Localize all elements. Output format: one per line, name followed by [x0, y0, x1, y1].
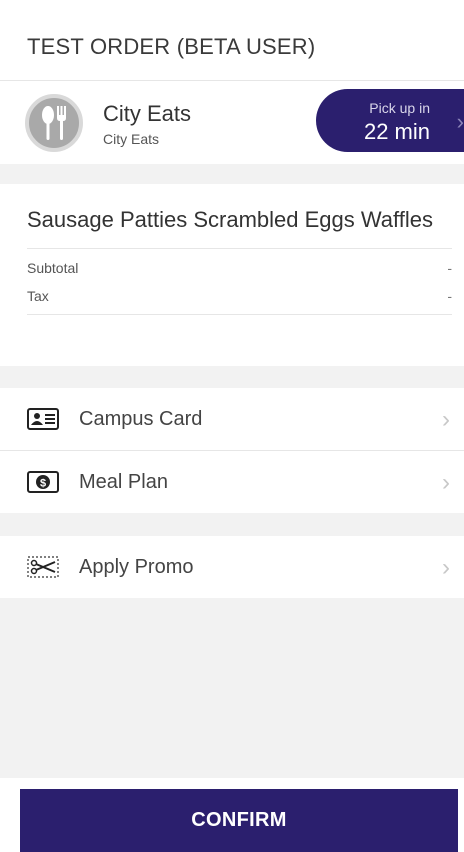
chevron-right-icon: ›: [442, 406, 450, 433]
divider: [27, 248, 452, 249]
apply-promo-row[interactable]: Apply Promo ›: [0, 536, 464, 598]
chevron-right-icon: ›: [456, 109, 464, 134]
dollar-card-icon: $: [27, 471, 59, 498]
order-items-title: Sausage Patties Scrambled Eggs Waffles: [27, 207, 433, 232]
chevron-right-icon: ›: [442, 469, 450, 496]
restaurant-row[interactable]: City Eats City Eats Pick up in 22 min ›: [0, 81, 464, 164]
subtotal-value: -: [447, 260, 452, 276]
meal-plan-label: Meal Plan: [79, 471, 168, 493]
restaurant-subtitle: City Eats: [103, 131, 160, 147]
subtotal-label: Subtotal: [27, 260, 79, 276]
order-title: TEST ORDER (BETA USER): [27, 34, 316, 59]
restaurant-name: City Eats: [103, 101, 192, 126]
tax-value: -: [447, 288, 452, 304]
id-card-icon: [27, 408, 59, 435]
coupon-scissors-icon: [27, 556, 59, 583]
pickup-time-button[interactable]: Pick up in 22 min ›: [316, 89, 464, 152]
order-header: TEST ORDER (BETA USER): [0, 0, 464, 80]
pickup-label: Pick up in: [369, 100, 430, 116]
restaurant-logo: [25, 94, 83, 152]
tax-label: Tax: [27, 288, 49, 304]
confirm-button[interactable]: CONFIRM: [20, 789, 458, 852]
pickup-time: 22 min: [363, 119, 430, 144]
order-summary: Sausage Patties Scrambled Eggs Waffles S…: [0, 184, 464, 366]
payment-meal-plan[interactable]: $ Meal Plan ›: [0, 451, 464, 513]
svg-text:$: $: [40, 478, 46, 490]
campus-card-label: Campus Card: [79, 408, 203, 430]
apply-promo-label: Apply Promo: [79, 556, 194, 578]
fork-spoon-icon: [42, 106, 66, 140]
payment-campus-card[interactable]: Campus Card ›: [0, 388, 464, 450]
chevron-right-icon: ›: [442, 554, 450, 581]
divider: [27, 314, 452, 315]
confirm-bar: CONFIRM: [0, 778, 464, 852]
